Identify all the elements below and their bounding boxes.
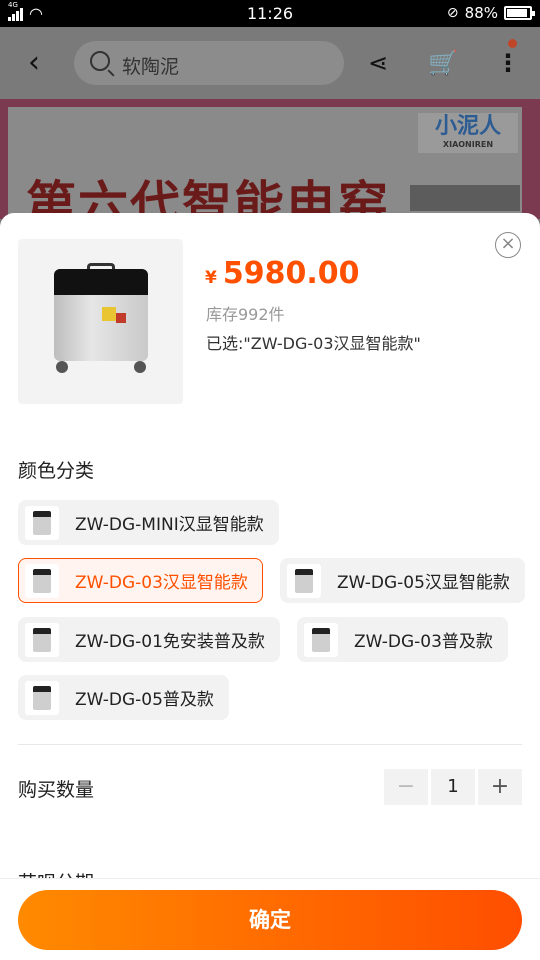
battery-percent: 88% xyxy=(464,4,498,22)
decrement-button[interactable]: − xyxy=(384,769,428,805)
top-nav: ‹ 软陶泥 ⋖ 🛒 ⋮ xyxy=(0,27,540,99)
close-icon[interactable]: × xyxy=(495,232,521,258)
currency-symbol: ¥ xyxy=(205,268,217,288)
variant-option[interactable]: ZW-DG-05普及款 xyxy=(18,675,229,720)
back-arrow-icon[interactable]: ‹ xyxy=(28,48,50,78)
variant-label: ZW-DG-01免安装普及款 xyxy=(75,632,265,652)
lock-rotation-icon: ⊘ xyxy=(446,5,459,21)
price: ¥5980.00 xyxy=(205,256,359,291)
variant-option[interactable]: ZW-DG-MINI汉显智能款 xyxy=(18,500,279,545)
quantity-stepper: − 1 + xyxy=(384,769,522,805)
battery-icon xyxy=(504,6,535,20)
variant-thumbnail xyxy=(304,622,338,657)
sku-selector-sheet: ¥5980.00 库存992件 已选:"ZW-DG-03汉显智能款" × 颜色分… xyxy=(0,213,540,960)
search-bar[interactable]: 软陶泥 xyxy=(74,41,344,85)
banner-tag xyxy=(410,185,520,211)
search-input[interactable]: 软陶泥 xyxy=(122,52,179,79)
variant-thumbnail xyxy=(25,680,59,715)
variant-thumbnail xyxy=(287,563,321,598)
variant-thumbnail xyxy=(25,505,59,540)
share-icon[interactable]: ⋖ xyxy=(368,49,388,77)
variant-option[interactable]: ZW-DG-01免安装普及款 xyxy=(18,617,280,662)
variant-option-selected[interactable]: ZW-DG-03汉显智能款 xyxy=(18,558,263,603)
quantity-value[interactable]: 1 xyxy=(431,769,475,805)
selected-variant-text: 已选:"ZW-DG-03汉显智能款" xyxy=(206,334,421,353)
variant-label: ZW-DG-03普及款 xyxy=(354,632,493,652)
bottom-action-bar: 确定 xyxy=(0,878,540,960)
product-image[interactable] xyxy=(18,239,183,404)
variant-option[interactable]: ZW-DG-05汉显智能款 xyxy=(280,558,525,603)
variant-option[interactable]: ZW-DG-03普及款 xyxy=(297,617,508,662)
status-bar: 4G ◠ 11:26 ⊘ 88% xyxy=(0,0,540,27)
cart-icon[interactable]: 🛒 xyxy=(428,49,458,77)
search-icon xyxy=(90,51,110,71)
stock-count: 库存992件 xyxy=(206,305,285,324)
variant-label: ZW-DG-03汉显智能款 xyxy=(75,573,248,593)
variant-label: ZW-DG-MINI汉显智能款 xyxy=(75,515,264,535)
divider xyxy=(18,744,522,745)
confirm-button[interactable]: 确定 xyxy=(18,890,522,950)
variant-label: ZW-DG-05汉显智能款 xyxy=(337,573,510,593)
price-amount: 5980.00 xyxy=(222,256,360,291)
quantity-title: 购买数量 xyxy=(18,779,95,801)
promo-banner: 小泥人 XIAONIREN 第六代智能电窑 xyxy=(0,99,540,234)
brand-logo: 小泥人 XIAONIREN xyxy=(418,113,518,153)
notification-dot xyxy=(508,39,517,48)
increment-button[interactable]: + xyxy=(478,769,522,805)
variant-thumbnail xyxy=(25,563,59,598)
kiln-illustration xyxy=(54,263,148,373)
variant-thumbnail xyxy=(25,622,59,657)
more-icon[interactable]: ⋮ xyxy=(496,49,520,77)
color-section-title: 颜色分类 xyxy=(18,460,95,482)
variant-label: ZW-DG-05普及款 xyxy=(75,690,214,710)
